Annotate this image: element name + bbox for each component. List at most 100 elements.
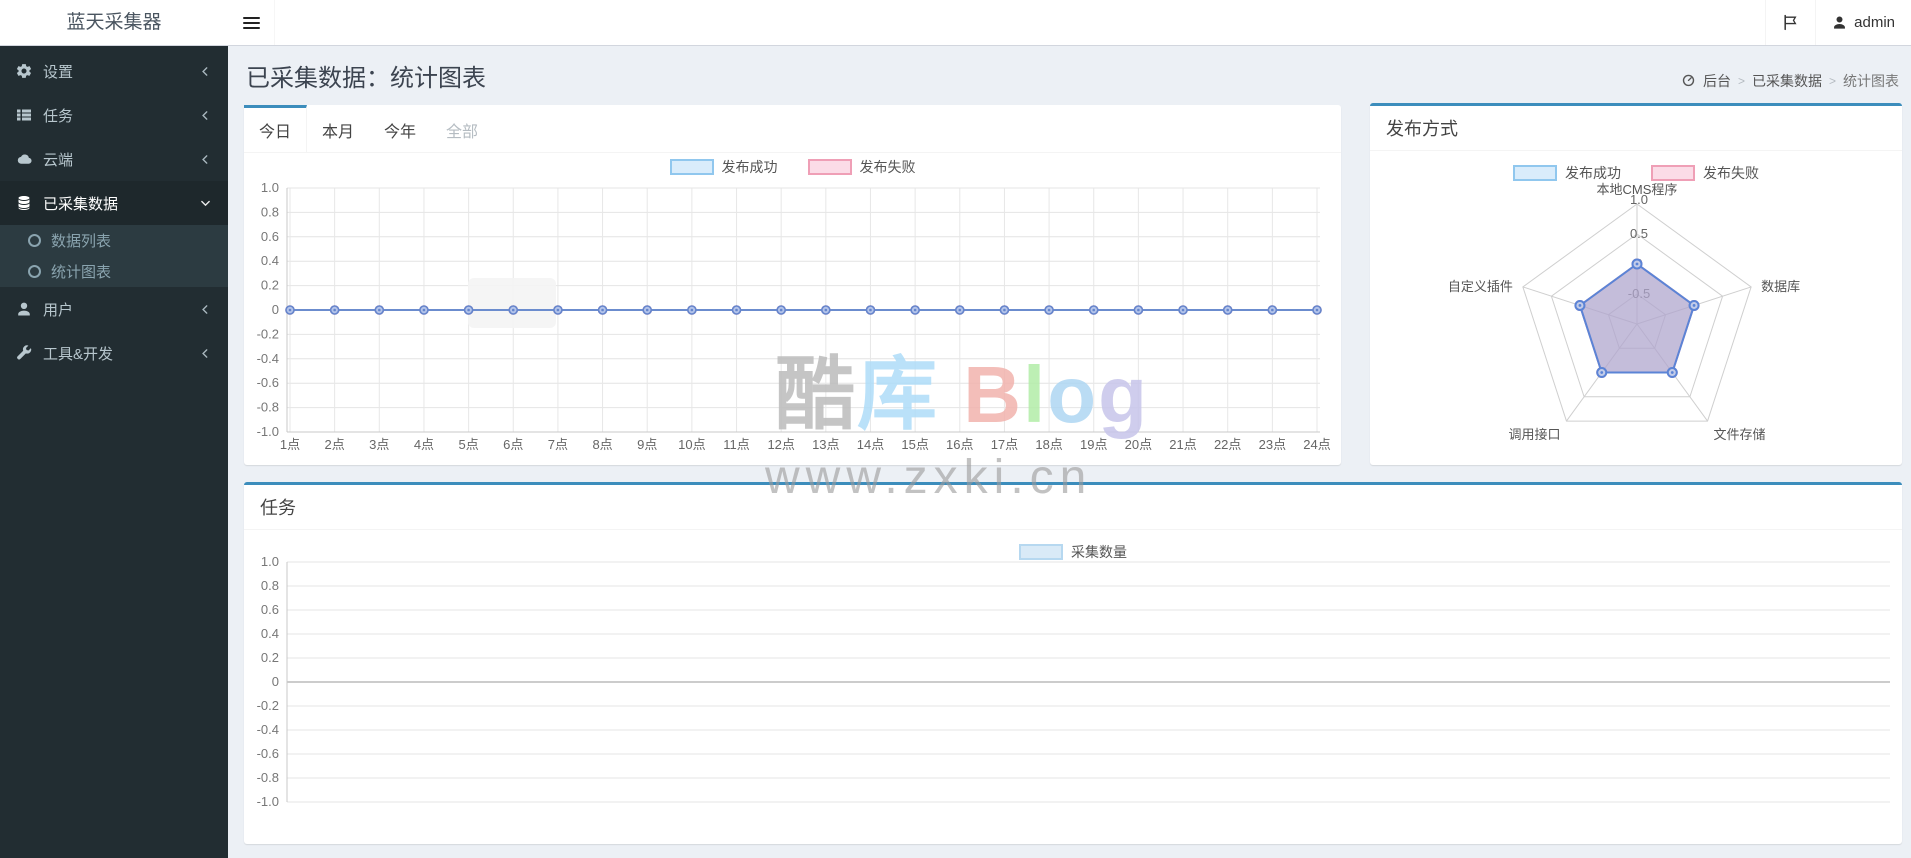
publish-stats-panel: 今日本月今年全部 发布成功发布失败 1.00.80.60.40.20-0.2-0…	[244, 105, 1341, 465]
breadcrumb-separator: >	[1738, 74, 1745, 88]
svg-text:24点: 24点	[1303, 437, 1330, 452]
svg-text:19点: 19点	[1080, 437, 1107, 452]
svg-text:7点: 7点	[548, 437, 568, 452]
app-logo[interactable]: 蓝天采集器	[0, 0, 228, 45]
legend-item: 发布成功	[670, 157, 778, 177]
app-title: 蓝天采集器	[66, 12, 161, 33]
breadcrumb-item-stats-charts: 统计图表	[1843, 71, 1899, 91]
svg-text:自定义插件: 自定义插件	[1448, 279, 1513, 294]
publish-method-panel: 发布方式 发布成功发布失败 1.00.50-0.5本地CMS程序数据库文件存储调…	[1370, 103, 1902, 465]
flag-icon	[1782, 14, 1799, 31]
sidebar-item-label: 用户	[43, 299, 188, 320]
sidebar-toggle-button[interactable]	[228, 0, 275, 45]
svg-text:0.2: 0.2	[261, 650, 279, 665]
breadcrumb-separator: >	[1829, 74, 1836, 88]
sidebar-item-label: 已采集数据	[43, 193, 188, 214]
svg-text:12点: 12点	[767, 437, 794, 452]
main-content: 已采集数据：统计图表 后台>已采集数据>统计图表 今日本月今年全部 发布成功发布…	[228, 45, 1911, 858]
publish-radar-chart: 1.00.50-0.5本地CMS程序数据库文件存储调用接口自定义插件	[1370, 151, 1902, 463]
sidebar-item-collected-data[interactable]: 已采集数据	[0, 181, 228, 225]
svg-text:本地CMS程序: 本地CMS程序	[1597, 182, 1678, 197]
tab-label: 今日	[259, 118, 291, 142]
panel-title: 任务	[244, 485, 1902, 530]
panel-title: 发布方式	[1370, 106, 1902, 151]
sidebar-item-tasks[interactable]: 任务	[0, 93, 228, 137]
legend-label: 采集数量	[1071, 542, 1127, 562]
svg-text:0: 0	[272, 674, 279, 689]
tab-label: 全部	[446, 118, 478, 142]
sidebar-item-label: 云端	[43, 149, 188, 170]
username-label: admin	[1854, 14, 1895, 31]
svg-text:-0.4: -0.4	[257, 722, 279, 737]
tab-today[interactable]: 今日	[244, 105, 307, 152]
svg-text:-0.2: -0.2	[257, 326, 279, 341]
legend-label: 发布失败	[1703, 163, 1759, 183]
svg-text:-0.6: -0.6	[257, 746, 279, 761]
flag-button[interactable]	[1765, 0, 1815, 45]
svg-text:-0.6: -0.6	[257, 375, 279, 390]
user-menu[interactable]: admin	[1815, 0, 1911, 45]
legend-label: 发布成功	[722, 157, 778, 177]
svg-text:0: 0	[272, 302, 279, 317]
hamburger-icon	[243, 17, 260, 29]
legend-item: 采集数量	[1019, 542, 1127, 562]
sidebar-item-users[interactable]: 用户	[0, 287, 228, 331]
sidebar-item-tools-dev[interactable]: 工具&开发	[0, 331, 228, 375]
svg-text:4点: 4点	[414, 437, 434, 452]
sidebar-item-label: 设置	[43, 61, 188, 82]
tasks-panel: 任务 采集数量 1.00.80.60.40.20-0.2-0.4-0.6-0.8…	[244, 482, 1902, 844]
svg-text:11点: 11点	[723, 437, 750, 452]
chevron-left-icon	[199, 153, 212, 166]
sidebar-item-settings[interactable]: 设置	[0, 49, 228, 93]
svg-text:16点: 16点	[946, 437, 973, 452]
sidebar-item-label: 工具&开发	[43, 343, 188, 364]
chevron-left-icon	[199, 65, 212, 78]
tab-label: 本月	[322, 118, 354, 142]
user-icon	[16, 301, 32, 317]
legend-item: 发布成功	[1513, 163, 1621, 183]
sidebar-subitem-stats-charts[interactable]: 统计图表	[0, 256, 228, 287]
legend-label: 发布失败	[860, 157, 916, 177]
sidebar-submenu: 数据列表统计图表	[0, 225, 228, 287]
sidebar-item-label: 任务	[43, 105, 188, 126]
tab-label: 今年	[384, 118, 416, 142]
legend-swatch	[1019, 544, 1063, 560]
sidebar-subitem-label: 统计图表	[51, 261, 111, 282]
svg-text:-0.8: -0.8	[257, 770, 279, 785]
circle-icon	[28, 265, 41, 278]
svg-text:18点: 18点	[1035, 437, 1062, 452]
circle-icon	[28, 234, 41, 247]
tab-year[interactable]: 今年	[369, 105, 431, 152]
svg-text:-1.0: -1.0	[257, 424, 279, 439]
sidebar-item-cloud[interactable]: 云端	[0, 137, 228, 181]
svg-text:17点: 17点	[991, 437, 1018, 452]
svg-text:-0.2: -0.2	[257, 698, 279, 713]
breadcrumb-item-admin-home[interactable]: 后台	[1703, 71, 1731, 91]
svg-text:0.4: 0.4	[261, 253, 279, 268]
tab-month[interactable]: 本月	[307, 105, 369, 152]
svg-text:文件存储: 文件存储	[1714, 427, 1766, 442]
sidebar-subitem-data-list[interactable]: 数据列表	[0, 225, 228, 256]
database-icon	[16, 195, 32, 211]
gear-icon	[16, 63, 32, 79]
breadcrumb-item-collected-data[interactable]: 已采集数据	[1752, 71, 1822, 91]
svg-text:23点: 23点	[1259, 437, 1286, 452]
svg-text:9点: 9点	[637, 437, 657, 452]
svg-text:21点: 21点	[1169, 437, 1196, 452]
app-root: 蓝天采集器 admin 设置任务云端已采集数据数据列表统计图表用户工具&开发 已…	[0, 0, 1911, 858]
time-range-tabs: 今日 本月 今年 全部	[244, 105, 1341, 153]
chevron-left-icon	[199, 109, 212, 122]
svg-text:-0.8: -0.8	[257, 400, 279, 415]
legend-swatch	[670, 159, 714, 175]
svg-text:0.6: 0.6	[261, 602, 279, 617]
tasks-chart-legend: 采集数量	[244, 542, 1902, 562]
svg-text:调用接口: 调用接口	[1508, 427, 1560, 442]
svg-text:0.8: 0.8	[261, 578, 279, 593]
svg-text:20点: 20点	[1125, 437, 1152, 452]
svg-text:6点: 6点	[503, 437, 523, 452]
page-title: 已采集数据：统计图表	[246, 58, 486, 93]
radar-chart-legend: 发布成功 发布失败	[1370, 163, 1902, 183]
publish-line-chart: 1.00.80.60.40.20-0.2-0.4-0.6-0.8-1.01点2点…	[244, 181, 1341, 465]
svg-text:0.4: 0.4	[261, 626, 279, 641]
tab-all[interactable]: 全部	[431, 105, 493, 152]
